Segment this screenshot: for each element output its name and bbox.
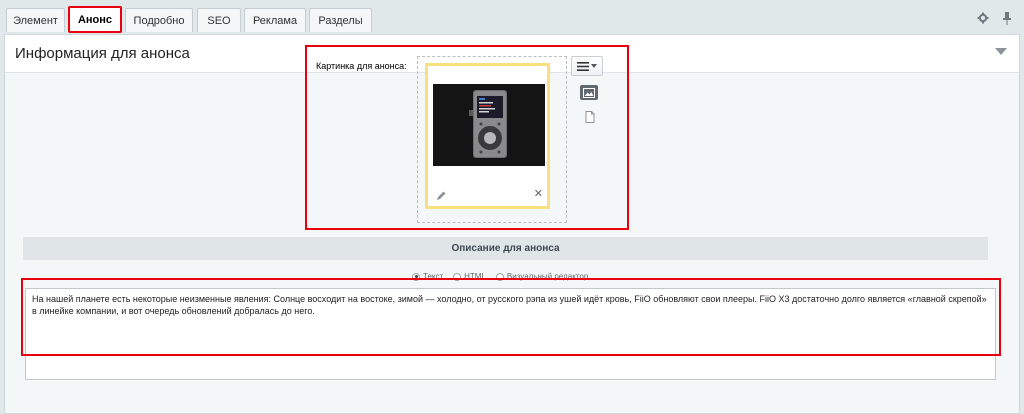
tab-ads[interactable]: Реклама — [244, 8, 306, 32]
tab-seo[interactable]: SEO — [197, 8, 241, 32]
picture-label: Картинка для анонса: — [316, 61, 407, 71]
tab-sections[interactable]: Разделы — [309, 8, 372, 32]
picture-thumbnail — [433, 84, 545, 166]
mode-html-option[interactable]: HTML — [453, 272, 486, 281]
tab-element[interactable]: Элемент — [6, 8, 65, 32]
radio-text[interactable] — [412, 272, 420, 281]
picture-card-footer: ✕ — [433, 186, 545, 204]
mode-label: HTML — [464, 272, 486, 281]
tab-detail[interactable]: Подробно — [125, 8, 193, 32]
radio-html[interactable] — [453, 272, 462, 281]
panel-title: Информация для анонса — [15, 45, 190, 62]
pin-icon[interactable] — [1000, 11, 1014, 25]
editor-mode-switch: Текст HTML Визуальный редактор — [412, 272, 588, 281]
mode-label: Визуальный редактор — [506, 272, 589, 281]
menu-icon — [577, 61, 589, 71]
collapse-arrow-icon[interactable] — [995, 48, 1007, 55]
file-icon[interactable] — [585, 110, 595, 123]
tab-label: Реклама — [252, 14, 298, 27]
mode-text-option[interactable]: Текст — [412, 272, 443, 281]
picture-menu-button[interactable] — [571, 56, 603, 76]
tab-label: Подробно — [133, 14, 185, 27]
tab-label: Элемент — [13, 14, 58, 27]
tab-toolbar — [976, 11, 1014, 25]
tab-label: Анонс — [77, 13, 113, 26]
tab-label: SEO — [207, 14, 231, 27]
gear-icon[interactable] — [976, 11, 990, 25]
description-section-title: Описание для анонса — [23, 237, 988, 260]
picture-preview-card[interactable]: ✕ — [425, 63, 550, 209]
radio-visual[interactable] — [495, 272, 504, 281]
image-icon[interactable] — [580, 85, 598, 100]
mode-label: Текст — [423, 272, 444, 281]
description-textarea[interactable]: На нашей планете есть некоторые неизменн… — [25, 288, 996, 380]
close-icon[interactable]: ✕ — [534, 188, 543, 200]
mode-visual-option[interactable]: Визуальный редактор — [495, 272, 589, 281]
pencil-icon[interactable] — [435, 189, 447, 201]
tab-bar: Элемент Анонс Подробно SEO Реклама Разде… — [0, 0, 1024, 34]
chevron-down-icon — [591, 64, 597, 68]
tab-label: Разделы — [318, 14, 363, 27]
tab-announce[interactable]: Анонс — [68, 6, 122, 33]
